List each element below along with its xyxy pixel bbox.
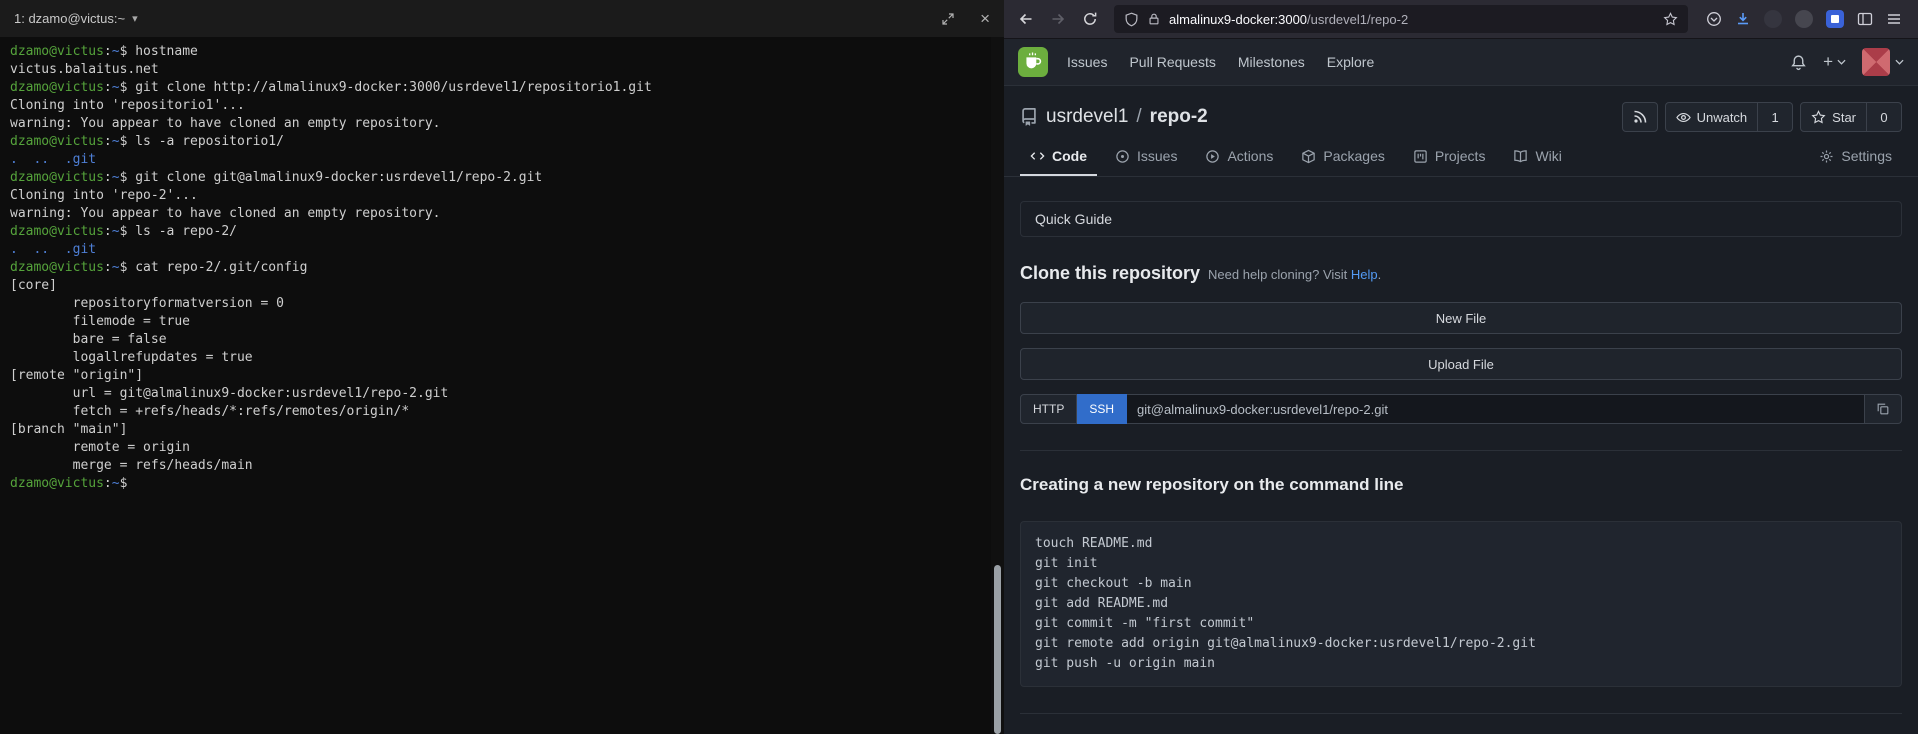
user-menu[interactable]: [1862, 48, 1904, 76]
quick-guide-title: Quick Guide: [1035, 211, 1112, 227]
watchers-count[interactable]: 1: [1758, 102, 1793, 132]
clone-help-prefix: Need help cloning? Visit: [1208, 267, 1347, 282]
tab-settings-label: Settings: [1841, 148, 1892, 164]
repo-icon: [1020, 108, 1038, 126]
star-button[interactable]: Star: [1800, 102, 1867, 132]
help-link[interactable]: Help: [1351, 267, 1378, 282]
tab-projects[interactable]: Projects: [1403, 138, 1496, 176]
divider: [1020, 450, 1902, 451]
tab-actions[interactable]: Actions: [1195, 138, 1283, 176]
bookmark-star-icon[interactable]: [1663, 12, 1678, 27]
clone-heading: Clone this repository: [1020, 263, 1200, 284]
tab-settings[interactable]: Settings: [1809, 138, 1902, 176]
rss-feed-button[interactable]: [1622, 102, 1658, 132]
tab-code[interactable]: Code: [1020, 138, 1097, 176]
star-label: Star: [1832, 110, 1856, 125]
extension-icon-1[interactable]: [1764, 10, 1782, 28]
terminal-maximize-icon[interactable]: [942, 13, 954, 25]
terminal-scrollbar[interactable]: [991, 37, 1004, 734]
repo-actions: Unwatch 1 Star 0: [1622, 102, 1902, 132]
create-new-dropdown[interactable]: +: [1823, 52, 1846, 72]
copy-url-button[interactable]: [1865, 394, 1902, 424]
tab-issues-label: Issues: [1137, 148, 1177, 164]
gitea-logo-icon[interactable]: [1018, 47, 1048, 77]
new-repo-heading: Creating a new repository on the command…: [1020, 475, 1902, 495]
tab-actions-label: Actions: [1227, 148, 1273, 164]
back-button[interactable]: [1012, 5, 1040, 33]
terminal-title-caret-icon[interactable]: ▾: [132, 12, 138, 25]
repo-content: Quick Guide Clone this repository Need h…: [1004, 177, 1918, 734]
forward-button[interactable]: [1044, 5, 1072, 33]
tab-packages-label: Packages: [1323, 148, 1384, 164]
plus-icon: +: [1823, 52, 1833, 72]
terminal-close-icon[interactable]: ×: [980, 10, 990, 27]
new-repo-code-block: touch README.md git init git checkout -b…: [1020, 521, 1902, 687]
watch-button-group: Unwatch 1: [1665, 102, 1794, 132]
clone-url-row: HTTP SSH: [1020, 394, 1902, 424]
http-toggle-button[interactable]: HTTP: [1020, 394, 1077, 424]
nav-item-milestones[interactable]: Milestones: [1227, 39, 1316, 85]
downloads-icon[interactable]: [1735, 11, 1751, 27]
star-button-group: Star 0: [1800, 102, 1902, 132]
divider: [1020, 713, 1902, 714]
notifications-bell-icon[interactable]: [1790, 54, 1807, 71]
sidebar-icon[interactable]: [1857, 11, 1873, 27]
terminal-scrollbar-thumb[interactable]: [994, 565, 1001, 734]
gitea-page: Issues Pull Requests Milestones Explore …: [1004, 39, 1918, 734]
url-text: almalinux9-docker:3000/usrdevel1/repo-2: [1169, 12, 1408, 27]
nav-item-explore[interactable]: Explore: [1316, 39, 1385, 85]
lock-icon[interactable]: [1147, 12, 1161, 26]
tracking-shield-icon[interactable]: [1124, 12, 1139, 27]
gitea-navbar: Issues Pull Requests Milestones Explore …: [1004, 39, 1918, 86]
avatar[interactable]: [1862, 48, 1890, 76]
extension-icon-3[interactable]: [1826, 10, 1844, 28]
unwatch-button[interactable]: Unwatch: [1665, 102, 1759, 132]
menu-icon[interactable]: [1886, 11, 1902, 27]
repo-tabs: Code Issues Actions Packages Projects: [1004, 132, 1918, 177]
extension-icon-2[interactable]: [1795, 10, 1813, 28]
repo-title: usrdevel1 / repo-2: [1020, 106, 1208, 128]
clone-help-suffix: .: [1378, 267, 1382, 282]
url-host: almalinux9-docker:3000: [1169, 12, 1307, 27]
clone-url-input[interactable]: [1127, 394, 1865, 424]
tab-wiki-label: Wiki: [1535, 148, 1561, 164]
tab-issues[interactable]: Issues: [1105, 138, 1187, 176]
terminal-titlebar[interactable]: 1: dzamo@victus:~ ▾ ×: [0, 0, 1004, 37]
ssh-toggle-button[interactable]: SSH: [1077, 394, 1127, 424]
repo-header: usrdevel1 / repo-2 Unwatch 1: [1004, 86, 1918, 132]
browser-window: almalinux9-docker:3000/usrdevel1/repo-2: [1004, 0, 1918, 734]
tab-code-label: Code: [1052, 148, 1087, 164]
browser-toolbar: almalinux9-docker:3000/usrdevel1/repo-2: [1004, 0, 1918, 39]
repo-owner-link[interactable]: usrdevel1: [1046, 106, 1128, 128]
new-file-button[interactable]: New File: [1020, 302, 1902, 334]
unwatch-label: Unwatch: [1697, 110, 1748, 125]
clone-help-text: Need help cloning? Visit Help.: [1208, 267, 1381, 282]
tab-packages[interactable]: Packages: [1291, 138, 1394, 176]
tab-projects-label: Projects: [1435, 148, 1486, 164]
nav-item-issues[interactable]: Issues: [1056, 39, 1118, 85]
repo-title-slash: /: [1136, 106, 1141, 128]
clone-section-heading: Clone this repository Need help cloning?…: [1020, 263, 1902, 284]
terminal-main: dzamo@victus:~$ hostnamevictus.balaitus.…: [0, 37, 1004, 734]
repo-name-link[interactable]: repo-2: [1150, 106, 1208, 128]
quick-guide-header: Quick Guide: [1020, 201, 1902, 237]
tab-wiki[interactable]: Wiki: [1503, 138, 1571, 176]
url-bar[interactable]: almalinux9-docker:3000/usrdevel1/repo-2: [1114, 5, 1688, 33]
terminal-body[interactable]: dzamo@victus:~$ hostnamevictus.balaitus.…: [0, 37, 991, 734]
stars-count[interactable]: 0: [1867, 102, 1902, 132]
screen: 1: dzamo@victus:~ ▾ × dzamo@victus:~$ ho…: [0, 0, 1918, 734]
terminal-title: 1: dzamo@victus:~: [14, 11, 125, 26]
nav-item-pull-requests[interactable]: Pull Requests: [1118, 39, 1226, 85]
navbar-right: +: [1790, 48, 1904, 76]
pocket-icon[interactable]: [1706, 11, 1722, 27]
upload-file-button[interactable]: Upload File: [1020, 348, 1902, 380]
toolbar-extensions: [1698, 10, 1910, 28]
terminal-window: 1: dzamo@victus:~ ▾ × dzamo@victus:~$ ho…: [0, 0, 1004, 734]
url-path: /usrdevel1/repo-2: [1307, 12, 1408, 27]
reload-button[interactable]: [1076, 5, 1104, 33]
